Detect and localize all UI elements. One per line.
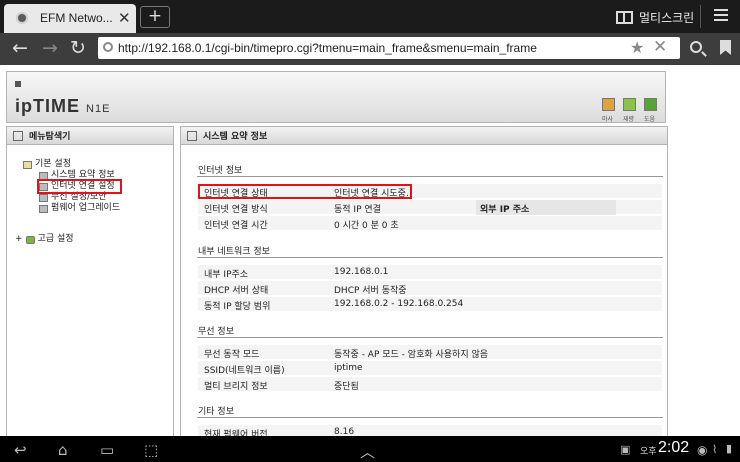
- logout-button[interactable]: [602, 98, 615, 111]
- divider: [197, 417, 663, 418]
- external-ip-label: 외부 IP 주소: [476, 200, 616, 215]
- star-icon[interactable]: ★: [630, 38, 644, 57]
- header-button-label: 마사: [602, 116, 614, 123]
- menu-tree: 기본 설정 시스템 요약 정보 인터넷 연결 설정 무선 설정/보안 펌웨어 업…: [15, 159, 123, 245]
- overflow-menu-icon[interactable]: [714, 9, 728, 24]
- url-bar[interactable]: http://192.168.0.1/cgi-bin/timepro.cgi?t…: [98, 37, 680, 59]
- system-summary-panel: 시스템 요약 정보 인터넷 정보 인터넷 연결 상태 인터넷 연결 시도중.. …: [180, 126, 668, 436]
- back-icon[interactable]: ←: [12, 37, 28, 59]
- eye-icon: ◉: [697, 443, 708, 457]
- url-text[interactable]: http://192.168.0.1/cgi-bin/timepro.cgi?t…: [118, 41, 537, 55]
- content-title: 시스템 요약 정보: [203, 132, 268, 142]
- recent-apps-icon[interactable]: ▭: [100, 441, 114, 459]
- browser-navbar: ← → ↻ http://192.168.0.1/cgi-bin/timepro…: [0, 33, 740, 65]
- web-page: ipTIME N1E 마사 재량 도움 메뉴탐색기 기본 설정 시스템 요약 정…: [0, 65, 740, 436]
- gallery-icon: ▣: [620, 443, 631, 456]
- divider: [700, 5, 701, 28]
- page-icon: [39, 171, 48, 180]
- sidebar-item-basic-settings[interactable]: 기본 설정: [23, 159, 120, 170]
- sidebar-item-internet-settings[interactable]: 인터넷 연결 설정: [36, 179, 123, 194]
- help-button[interactable]: [644, 98, 657, 111]
- logo-mark-icon: [15, 81, 21, 87]
- table-row: 인터넷 연결 방식 동적 IP 연결 외부 IP 주소: [198, 200, 662, 215]
- logo: ipTIME N1E: [15, 96, 111, 116]
- section-title-other: 기타 정보: [198, 407, 234, 417]
- page-icon: [39, 193, 48, 202]
- screenshot-icon[interactable]: ⬚: [144, 441, 158, 459]
- battery-icon: ▮: [726, 442, 733, 455]
- save-button[interactable]: [623, 98, 636, 111]
- tab-close-icon[interactable]: ✕: [118, 9, 131, 27]
- table-row: 현재 펌웨어 버전 8.16: [198, 425, 662, 436]
- browser-tab-strip: EFM Netwo... ✕ + 멀티스크린: [0, 0, 740, 33]
- clock-time: 2:02: [658, 439, 690, 456]
- highlight-box: [198, 184, 412, 199]
- folder-icon: [25, 235, 35, 244]
- multiwindow-icon: [616, 11, 633, 24]
- header-button-label: 도움: [644, 116, 656, 123]
- sidebar-item-firmware-upgrade[interactable]: 펌웨어 업그레이드: [39, 203, 120, 214]
- clock-ampm: 오후: [640, 447, 657, 457]
- favicon-icon: [16, 12, 28, 24]
- section-title-lan: 내부 네트워크 정보: [198, 247, 270, 257]
- window-icon: [187, 130, 197, 141]
- table-row: DHCP 서버 상태 DHCP 서버 동작중: [198, 281, 662, 296]
- bookmark-icon[interactable]: [720, 40, 731, 55]
- system-navigation-bar: ↩ ⌂ ▭ ⬚ ︿ ▣ 오후 2:02 ◉ ⌇ ▮: [0, 436, 740, 462]
- multiwindow-button[interactable]: 멀티스크린: [616, 9, 694, 26]
- divider: [197, 257, 663, 258]
- divider: [197, 176, 663, 177]
- site-info-icon[interactable]: [103, 42, 113, 52]
- table-row: 인터넷 연결 시간 0 시간 0 분 0 초: [198, 216, 662, 231]
- expand-icon[interactable]: +: [15, 234, 23, 245]
- section-title-internet: 인터넷 정보: [198, 166, 243, 176]
- header-button-label: 재량: [623, 116, 635, 123]
- browser-tab[interactable]: EFM Netwo... ✕: [4, 4, 136, 33]
- router-header: ipTIME N1E 마사 재량 도움: [6, 71, 666, 123]
- menu-explorer: 메뉴탐색기 기본 설정 시스템 요약 정보 인터넷 연결 설정 무선 설정/보안…: [6, 126, 174, 436]
- page-icon: [39, 182, 48, 191]
- table-row: 내부 IP주소 192.168.0.1: [198, 265, 662, 280]
- section-title-wireless: 무선 정보: [198, 327, 234, 337]
- table-row: 무선 동작 모드 동작중 - AP 모드 - 암호화 사용하지 않음: [198, 345, 662, 360]
- forward-icon[interactable]: →: [42, 37, 58, 59]
- folder-icon: [23, 160, 32, 169]
- multiwindow-label: 멀티스크린: [639, 11, 695, 25]
- back-nav-icon[interactable]: ↩: [14, 441, 27, 459]
- sidebar-item-system-summary[interactable]: 시스템 요약 정보: [39, 170, 120, 181]
- tab-title: EFM Netwo...: [40, 11, 113, 25]
- content-header: 시스템 요약 정보: [181, 127, 667, 145]
- clear-icon[interactable]: ✕: [653, 37, 667, 57]
- page-icon: [39, 204, 48, 213]
- new-tab-button[interactable]: +: [140, 6, 170, 28]
- table-row: 멀티 브리지 정보 중단됨: [198, 377, 662, 392]
- sidebar-title: 메뉴탐색기: [29, 132, 71, 142]
- magnifier-icon: [13, 130, 23, 141]
- sidebar-item-advanced-settings[interactable]: + 고급 설정: [15, 234, 120, 245]
- divider: [197, 337, 663, 338]
- reload-icon[interactable]: ↻: [70, 37, 86, 59]
- sidebar-item-wireless-security[interactable]: 무선 설정/보안: [39, 192, 120, 203]
- home-icon[interactable]: ⌂: [58, 441, 68, 459]
- chevron-up-icon[interactable]: ︿: [360, 441, 375, 462]
- search-icon[interactable]: [690, 41, 702, 53]
- table-row: SSID(네트워크 이름) iptime: [198, 361, 662, 376]
- wifi-icon: ⌇: [712, 443, 718, 456]
- table-row: 동적 IP 할당 범위 192.168.0.2 - 192.168.0.254: [198, 297, 662, 312]
- sidebar-header: 메뉴탐색기: [7, 127, 173, 145]
